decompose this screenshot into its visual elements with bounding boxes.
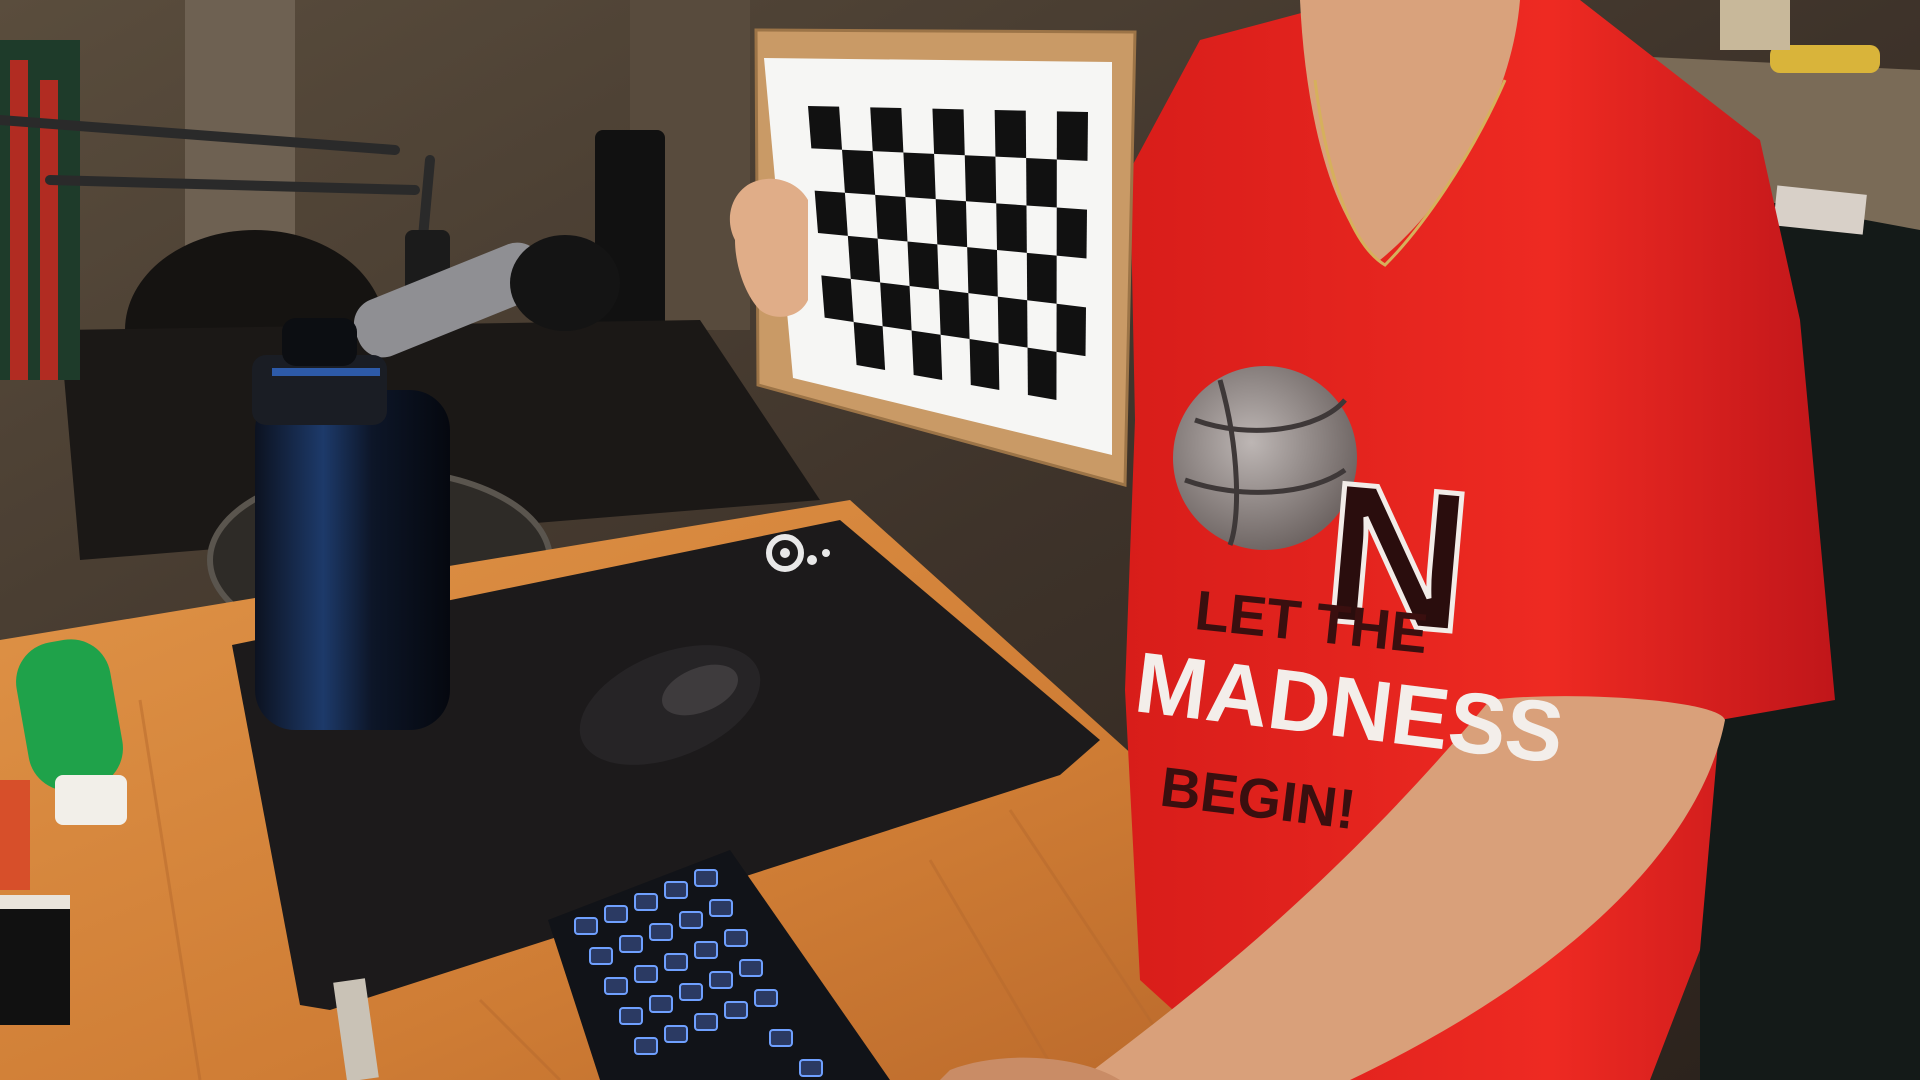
checker-square	[964, 155, 997, 204]
checker-square	[935, 199, 968, 248]
checker-square	[875, 194, 908, 242]
checker-square	[938, 289, 970, 340]
checker-square	[847, 235, 881, 283]
photo-scene: N LET THE MADNESS BEGIN!	[0, 0, 1920, 1080]
checker-square	[932, 108, 965, 156]
checker-square	[880, 282, 912, 331]
desk-item-left	[0, 780, 30, 890]
checker-square	[1056, 207, 1087, 259]
checker-square	[969, 339, 1000, 390]
checker-square	[814, 190, 848, 236]
checker-square	[842, 149, 876, 195]
checker-square	[911, 330, 943, 380]
checker-square	[808, 106, 843, 150]
checker-square	[994, 110, 1027, 159]
checker-square	[1026, 252, 1057, 304]
checker-square	[997, 296, 1028, 348]
checker-square	[1056, 303, 1086, 357]
checker-square	[907, 241, 939, 290]
checker-square	[996, 203, 1027, 253]
checker-square	[870, 107, 904, 153]
checker-square	[1026, 158, 1057, 208]
checker-square	[853, 321, 886, 370]
checker-square	[821, 275, 854, 322]
checker-square	[967, 247, 998, 297]
checker-square	[1027, 347, 1057, 400]
shelf-item-box	[1720, 0, 1790, 50]
colorful-rope	[0, 40, 80, 380]
checker-square	[903, 152, 936, 200]
scene-svg: N LET THE MADNESS BEGIN!	[0, 0, 1920, 1080]
checker-square	[1056, 111, 1088, 161]
thread-spool	[0, 895, 70, 1025]
